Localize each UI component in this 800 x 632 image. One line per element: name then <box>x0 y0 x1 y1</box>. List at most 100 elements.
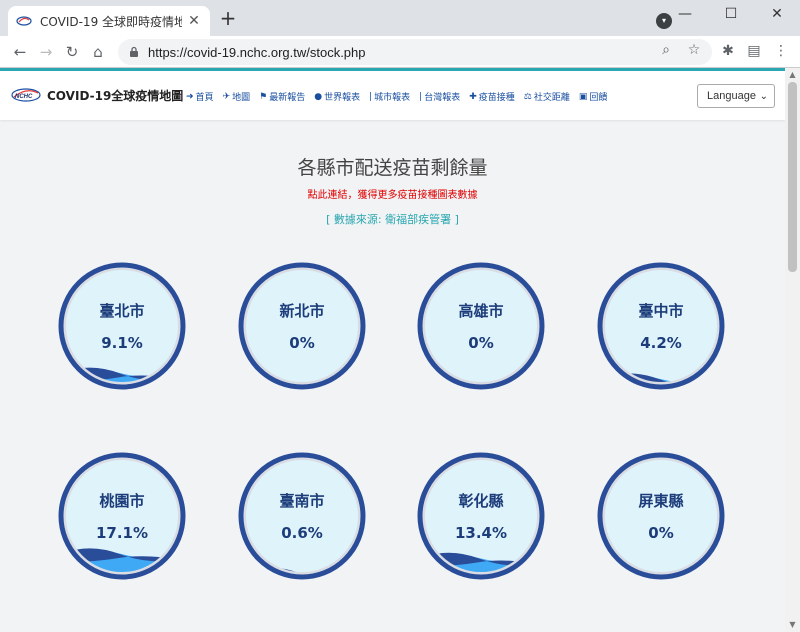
gauge-percent-label: 0% <box>648 524 674 542</box>
more-data-link[interactable]: 點此連結，獲得更多疫苗接種圖表數據 <box>0 186 785 201</box>
gauge-city-label: 桃園市 <box>99 492 145 510</box>
gauge-city-label: 彰化縣 <box>458 492 504 510</box>
site-nav: ➜ 首頁 ✈ 地圖 ⚑ 最新報告 ● 世界報表 | 城市報表 | 台灣報表 ✚ 疫苗接種 ⚖ 社… <box>186 90 616 104</box>
gauge-percent-label: 0.6% <box>281 524 323 542</box>
scroll-up-icon[interactable]: ▲ <box>788 70 797 80</box>
gauge-item: 高雄市 0% <box>417 262 545 390</box>
page-title: 各縣市配送疫苗剩餘量 <box>297 157 488 179</box>
gauge-graphic <box>58 452 186 580</box>
flag-icon: ⚑ <box>259 91 268 102</box>
nav-taiwan-report-label: 台灣報表 <box>424 93 461 103</box>
nav-vaccination[interactable]: ✚ 疫苗接種 <box>469 90 515 104</box>
gauge-city-label: 臺南市 <box>279 492 325 510</box>
gauge-percent-label: 9.1% <box>101 334 143 352</box>
gauge-item: 臺中市 4.2% <box>597 262 725 390</box>
lock-icon <box>130 46 138 57</box>
nav-world-report[interactable]: ● 世界報表 <box>314 90 361 104</box>
close-window-button[interactable]: ✕ <box>754 0 800 28</box>
scrollbar-thumb[interactable] <box>788 82 797 272</box>
site-favicon-icon <box>16 16 32 26</box>
nav-city-report[interactable]: | 城市報表 <box>369 90 411 104</box>
data-source: [ 數據來源: 衛福部疾管署 ] <box>0 211 785 227</box>
extensions-icon[interactable]: ✱ <box>719 43 737 61</box>
gauge-item: 桃園市 17.1% <box>58 452 186 580</box>
site-brand[interactable]: COVID-19全球疫情地圖 <box>47 87 183 104</box>
nav-latest-report[interactable]: ⚑ 最新報告 <box>259 90 306 104</box>
zoom-icon[interactable]: ⌕ <box>656 42 676 62</box>
gauge-graphic <box>417 452 545 580</box>
gauge-graphic <box>417 262 545 390</box>
globe-icon: ● <box>314 91 323 102</box>
browser-menu-icon[interactable]: ⋮ <box>772 43 790 61</box>
gauge-graphic <box>238 452 366 580</box>
nav-home-label: 首頁 <box>195 93 214 103</box>
inbox-icon: ▣ <box>578 91 588 102</box>
back-button[interactable]: ← <box>8 40 32 64</box>
gauge-percent-label: 17.1% <box>95 524 149 542</box>
gauge-percent-label: 4.2% <box>640 334 682 352</box>
bookmark-star-icon[interactable]: ☆ <box>684 42 704 62</box>
url-text: https://covid-19.nchc.org.tw/stock.php <box>148 44 366 60</box>
gauge-percent-label: 0% <box>289 334 315 352</box>
gauge-graphic <box>58 262 186 390</box>
bar-icon: | <box>419 91 423 102</box>
gauge-city-label: 臺北市 <box>99 302 145 320</box>
language-select[interactable]: Language ⌄ <box>697 84 775 108</box>
gauge-graphic <box>597 262 725 390</box>
chevron-down-icon: ⌄ <box>759 90 768 102</box>
plane-icon: ✈ <box>222 91 231 102</box>
tab-close-icon[interactable]: ✕ <box>186 13 202 29</box>
extension-app-icon[interactable]: ▤ <box>745 43 763 61</box>
new-tab-button[interactable]: + <box>218 8 238 29</box>
nav-feedback[interactable]: ▣ 回饋 <box>578 90 608 104</box>
site-header: NCHC COVID-19全球疫情地圖 ➜ 首頁 ✈ 地圖 ⚑ 最新報告 ● 世界報表 … <box>0 68 785 120</box>
data-source-link[interactable]: 數據來源: 衛福部疾管署 <box>334 213 451 226</box>
nav-social-distance[interactable]: ⚖ 社交距離 <box>523 90 570 104</box>
browser-tab-strip: COVID-19 全球即時疫情地圖 | C ✕ + ▾ — ☐ ✕ <box>0 0 800 36</box>
maximize-button[interactable]: ☐ <box>708 0 754 28</box>
address-bar[interactable]: https://covid-19.nchc.org.tw/stock.php <box>118 39 712 65</box>
gauge-percent-label: 0% <box>468 334 494 352</box>
nav-map-label: 地圖 <box>232 93 251 103</box>
forward-button[interactable]: → <box>34 40 58 64</box>
gauge-graphic <box>238 262 366 390</box>
browser-tab[interactable]: COVID-19 全球即時疫情地圖 | C ✕ <box>8 6 210 36</box>
arrow-icon: ➜ <box>186 91 194 102</box>
gauge-item: 彰化縣 13.4% <box>417 452 545 580</box>
reload-button[interactable]: ↻ <box>60 40 84 64</box>
nav-social-distance-label: 社交距離 <box>533 93 570 103</box>
gauge-item: 新北市 0% <box>238 262 366 390</box>
nav-vaccination-label: 疫苗接種 <box>478 93 515 103</box>
bar-icon: | <box>369 91 373 102</box>
nav-map[interactable]: ✈ 地圖 <box>222 90 251 104</box>
gauge-item: 臺北市 9.1% <box>58 262 186 390</box>
logo-text: NCHC <box>15 94 33 100</box>
gauge-item: 屏東縣 0% <box>597 452 725 580</box>
gauge-city-label: 新北市 <box>279 302 325 320</box>
nav-home[interactable]: ➜ 首頁 <box>186 90 214 104</box>
nchc-logo-icon[interactable]: NCHC <box>10 85 42 105</box>
tab-title: COVID-19 全球即時疫情地圖 | C <box>40 14 182 29</box>
nav-world-report-label: 世界報表 <box>324 93 361 103</box>
language-select-label: Language <box>707 90 756 102</box>
scroll-down-icon[interactable]: ▼ <box>788 620 797 630</box>
nav-taiwan-report[interactable]: | 台灣報表 <box>419 90 461 104</box>
gauge-city-label: 臺中市 <box>638 302 684 320</box>
scale-icon: ⚖ <box>523 91 532 102</box>
gauge-item: 臺南市 0.6% <box>238 452 366 580</box>
plus-icon: ✚ <box>469 91 477 102</box>
gauge-city-label: 高雄市 <box>458 302 504 320</box>
browser-toolbar: ← → ↻ ⌂ https://covid-19.nchc.org.tw/sto… <box>0 36 800 68</box>
page-viewport: NCHC COVID-19全球疫情地圖 ➜ 首頁 ✈ 地圖 ⚑ 最新報告 ● 世界報表 … <box>0 68 800 632</box>
gauge-city-label: 屏東縣 <box>638 492 684 510</box>
minimize-button[interactable]: — <box>662 0 708 28</box>
home-button[interactable]: ⌂ <box>86 40 110 64</box>
page-scrollbar[interactable]: ▲ ▼ <box>785 68 800 632</box>
nav-latest-report-label: 最新報告 <box>269 93 306 103</box>
data-source-open-bracket: [ <box>326 213 334 226</box>
gauge-graphic <box>597 452 725 580</box>
nav-city-report-label: 城市報表 <box>374 93 411 103</box>
data-source-close-bracket: ] <box>451 213 459 226</box>
nav-feedback-label: 回饋 <box>589 93 608 103</box>
gauge-percent-label: 13.4% <box>454 524 508 542</box>
